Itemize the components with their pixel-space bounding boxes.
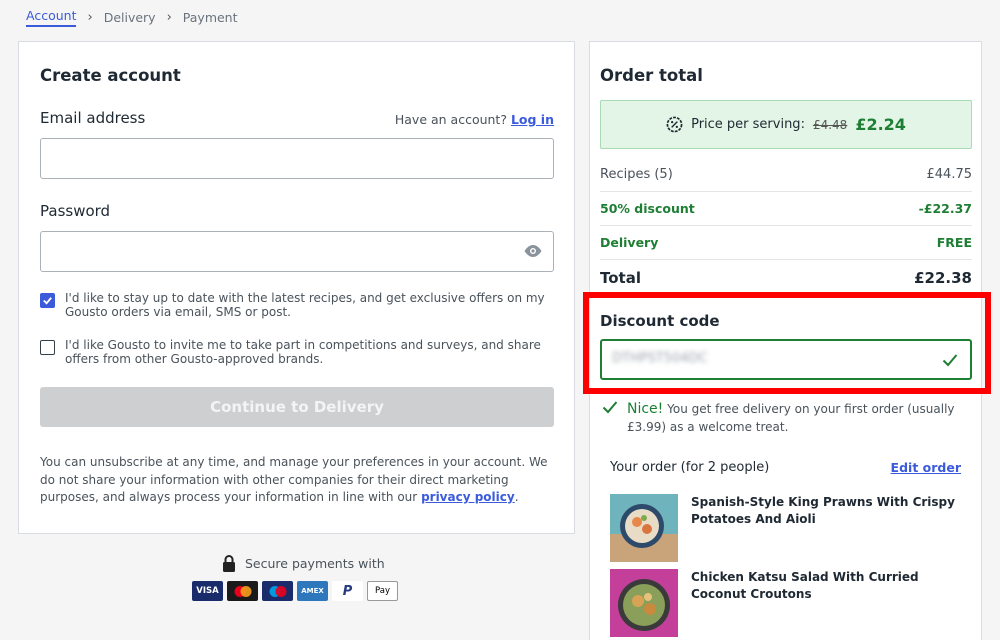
- your-order-label: Your order (for 2 people): [610, 460, 770, 475]
- newsletter-checkbox-label: I'd like to stay up to date with the lat…: [65, 291, 545, 319]
- chevron-right-icon: ›: [166, 10, 172, 25]
- breadcrumb-payment[interactable]: Payment: [183, 10, 238, 25]
- newsletter-checkbox[interactable]: [40, 293, 55, 308]
- breadcrumb-delivery[interactable]: Delivery: [104, 10, 156, 25]
- have-account-text: Have an account?: [394, 112, 507, 127]
- free-delivery-text: You get free delivery on your first orde…: [627, 402, 955, 434]
- amex-icon: AMEX: [297, 581, 328, 601]
- order-total-title: Order total: [600, 66, 703, 85]
- payment-methods: VISA AMEX P Pay: [192, 581, 398, 601]
- eye-icon[interactable]: [523, 243, 543, 259]
- have-account: Have an account? Log in: [395, 112, 554, 127]
- check-icon: [43, 297, 52, 305]
- discount-value: -£22.37: [918, 201, 972, 216]
- discount-highlight-box: [583, 292, 991, 394]
- recipe-title: Chicken Katsu Salad With Curried Coconut…: [691, 570, 919, 601]
- login-link[interactable]: Log in: [511, 112, 554, 127]
- create-account-title: Create account: [40, 66, 181, 85]
- delivery-row: Delivery FREE: [600, 226, 972, 260]
- password-label: Password: [40, 202, 111, 220]
- total-row: Total £22.38: [600, 261, 972, 295]
- mastercard-icon: [227, 581, 258, 601]
- discount-label: 50% discount: [600, 201, 695, 216]
- new-price: £2.24: [855, 115, 906, 134]
- secure-payments-text: Secure payments with: [245, 556, 385, 571]
- continue-to-delivery-button[interactable]: Continue to Delivery: [40, 387, 554, 427]
- privacy-policy-link[interactable]: privacy policy: [421, 490, 515, 504]
- total-value: £22.38: [914, 269, 972, 287]
- email-field[interactable]: [40, 138, 554, 179]
- check-icon: [602, 401, 618, 414]
- edit-order-link[interactable]: Edit order: [891, 460, 961, 475]
- recipe-image: [610, 569, 678, 637]
- delivery-value: FREE: [936, 235, 972, 250]
- recipe-image: [610, 494, 678, 562]
- email-label: Email address: [40, 109, 146, 127]
- visa-icon: VISA: [192, 581, 223, 601]
- nice-word: Nice!: [627, 401, 664, 417]
- price-per-serving-banner: Price per serving: £4.48 £2.24: [600, 100, 972, 149]
- old-price: £4.48: [812, 117, 848, 132]
- recipes-label: Recipes (5): [600, 167, 673, 182]
- create-account-card: Create account Email address Have an acc…: [18, 41, 575, 534]
- recipes-row: Recipes (5) £44.75: [600, 158, 972, 192]
- paypal-icon: P: [332, 581, 363, 601]
- surveys-checkbox-label: I'd like Gousto to invite me to take par…: [65, 338, 541, 366]
- password-field[interactable]: [40, 231, 554, 272]
- unsubscribe-text: You can unsubscribe at any time, and man…: [40, 454, 555, 507]
- maestro-icon: [262, 581, 293, 601]
- unsubscribe-period: .: [514, 490, 519, 504]
- recipes-value: £44.75: [926, 167, 973, 182]
- discount-badge-icon: [666, 116, 683, 133]
- discount-row: 50% discount -£22.37: [600, 192, 972, 226]
- chevron-right-icon: ›: [87, 10, 93, 25]
- breadcrumb-account[interactable]: Account: [26, 8, 77, 27]
- recipe-title: Spanish-Style King Prawns With Crispy Po…: [691, 495, 955, 526]
- price-per-serving-label: Price per serving:: [691, 117, 805, 132]
- breadcrumb: Account › Delivery › Payment: [26, 8, 238, 27]
- free-delivery-message: Nice! You get free delivery on your firs…: [602, 400, 962, 436]
- delivery-label: Delivery: [600, 235, 659, 250]
- total-label: Total: [600, 269, 641, 287]
- apple-pay-icon: Pay: [367, 581, 398, 601]
- secure-payments: Secure payments with: [222, 555, 385, 572]
- surveys-checkbox[interactable]: [40, 340, 55, 355]
- lock-icon: [223, 555, 235, 572]
